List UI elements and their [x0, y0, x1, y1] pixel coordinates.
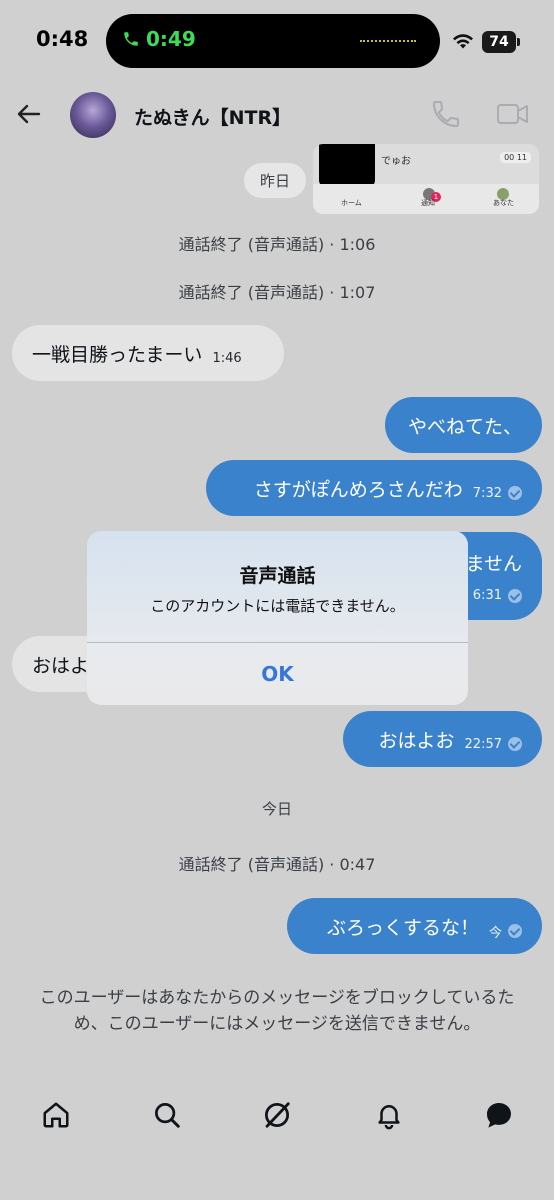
- thumbnail-tab-notif: 通知: [421, 199, 435, 207]
- nav-home[interactable]: [38, 1097, 74, 1133]
- dialog-ok-button[interactable]: OK: [87, 643, 468, 705]
- day-label-yesterday: 昨日: [244, 163, 307, 198]
- message-text: ません: [465, 553, 522, 575]
- read-check-icon: [508, 924, 522, 938]
- bell-icon: [378, 1105, 400, 1130]
- message-time: 1:46: [212, 350, 242, 366]
- call-ended-notice: 通話終了 (音声通話) · 1:06: [178, 235, 376, 254]
- thumbnail-badge: 00 11: [500, 152, 531, 163]
- call-timer: 0:49: [146, 27, 196, 51]
- thumbnail-redaction: [319, 144, 375, 188]
- message-outgoing[interactable]: さすがぽんめろさんだわ 7:32: [206, 460, 542, 516]
- message-outgoing[interactable]: ぶろっくするな！ 今: [287, 898, 542, 954]
- day-label-today: 今日: [261, 800, 292, 818]
- back-arrow-icon[interactable]: [14, 100, 42, 128]
- dialog-title: 音声通話: [239, 565, 316, 587]
- message-text: ぶろっくするな！: [326, 916, 479, 939]
- phone-call-icon[interactable]: [430, 98, 462, 130]
- home-icon: [43, 1102, 69, 1128]
- read-check-icon: [508, 588, 522, 603]
- message-text: さすがぽんめろさんだわ: [253, 478, 463, 501]
- read-check-icon: [508, 737, 522, 751]
- message-time: 6:31: [472, 588, 502, 603]
- message-incoming[interactable]: 一戦目勝ったまーい 1:46: [12, 325, 284, 381]
- message-outgoing[interactable]: やべねてた、: [385, 397, 542, 453]
- shared-image-thumbnail[interactable]: でゅお 00 11 ホーム 1 通知 あなた: [313, 144, 539, 214]
- phone-icon: [124, 32, 138, 46]
- battery-indicator: 74: [482, 31, 520, 53]
- message-time: 22:57: [464, 736, 502, 752]
- video-call-icon[interactable]: [496, 100, 530, 128]
- nav-grok[interactable]: [259, 1097, 295, 1133]
- call-indicator[interactable]: 0:49: [122, 27, 196, 51]
- wifi-icon: [453, 34, 473, 49]
- alert-dialog: 音声通話 このアカウントには電話できません。 OK: [87, 531, 468, 705]
- thumbnail-tab-home: ホーム: [341, 199, 362, 207]
- nav-search[interactable]: [149, 1097, 185, 1133]
- conversation-title[interactable]: たぬきん【NTR】: [134, 103, 291, 130]
- message-time: 今: [488, 925, 502, 941]
- message-text: おはよ: [32, 654, 90, 677]
- nav-messages[interactable]: [481, 1097, 517, 1133]
- message-text: やべねてた、: [407, 415, 522, 438]
- thumbnail-tab-you: あなた: [493, 199, 514, 207]
- audio-waveform: [360, 40, 416, 45]
- avatar[interactable]: [70, 92, 116, 138]
- message-text: 一戦目勝ったまーい: [32, 343, 203, 366]
- call-ended-notice: 通話終了 (音声通話) · 0:47: [178, 855, 376, 874]
- search-icon: [155, 1103, 180, 1128]
- grok-icon: [265, 1102, 290, 1128]
- status-bar: 0:48 0:49 74: [0, 0, 554, 86]
- message-text: おはよお: [378, 729, 455, 752]
- read-check-icon: [508, 486, 522, 500]
- status-time: 0:48: [36, 27, 89, 51]
- dynamic-island[interactable]: 0:49: [106, 14, 440, 68]
- nav-notifications[interactable]: [371, 1097, 407, 1133]
- bottom-navigation: [0, 1085, 554, 1149]
- message-outgoing[interactable]: おはよお 22:57: [343, 711, 542, 767]
- thumbnail-tabbar: ホーム 1 通知 あなた: [313, 184, 539, 214]
- conversation-header: たぬきん【NTR】: [0, 86, 554, 144]
- call-ended-notice: 通話終了 (音声通話) · 1:07: [178, 283, 376, 302]
- messages-icon: [487, 1103, 511, 1128]
- message-time: 7:32: [472, 485, 502, 501]
- thumbnail-text: でゅお: [381, 156, 411, 167]
- blocked-notice: このユーザーはあなたからのメッセージをブロックしているため、このユーザーにはメッ…: [39, 988, 515, 1034]
- dialog-message: このアカウントには電話できません。: [150, 597, 405, 615]
